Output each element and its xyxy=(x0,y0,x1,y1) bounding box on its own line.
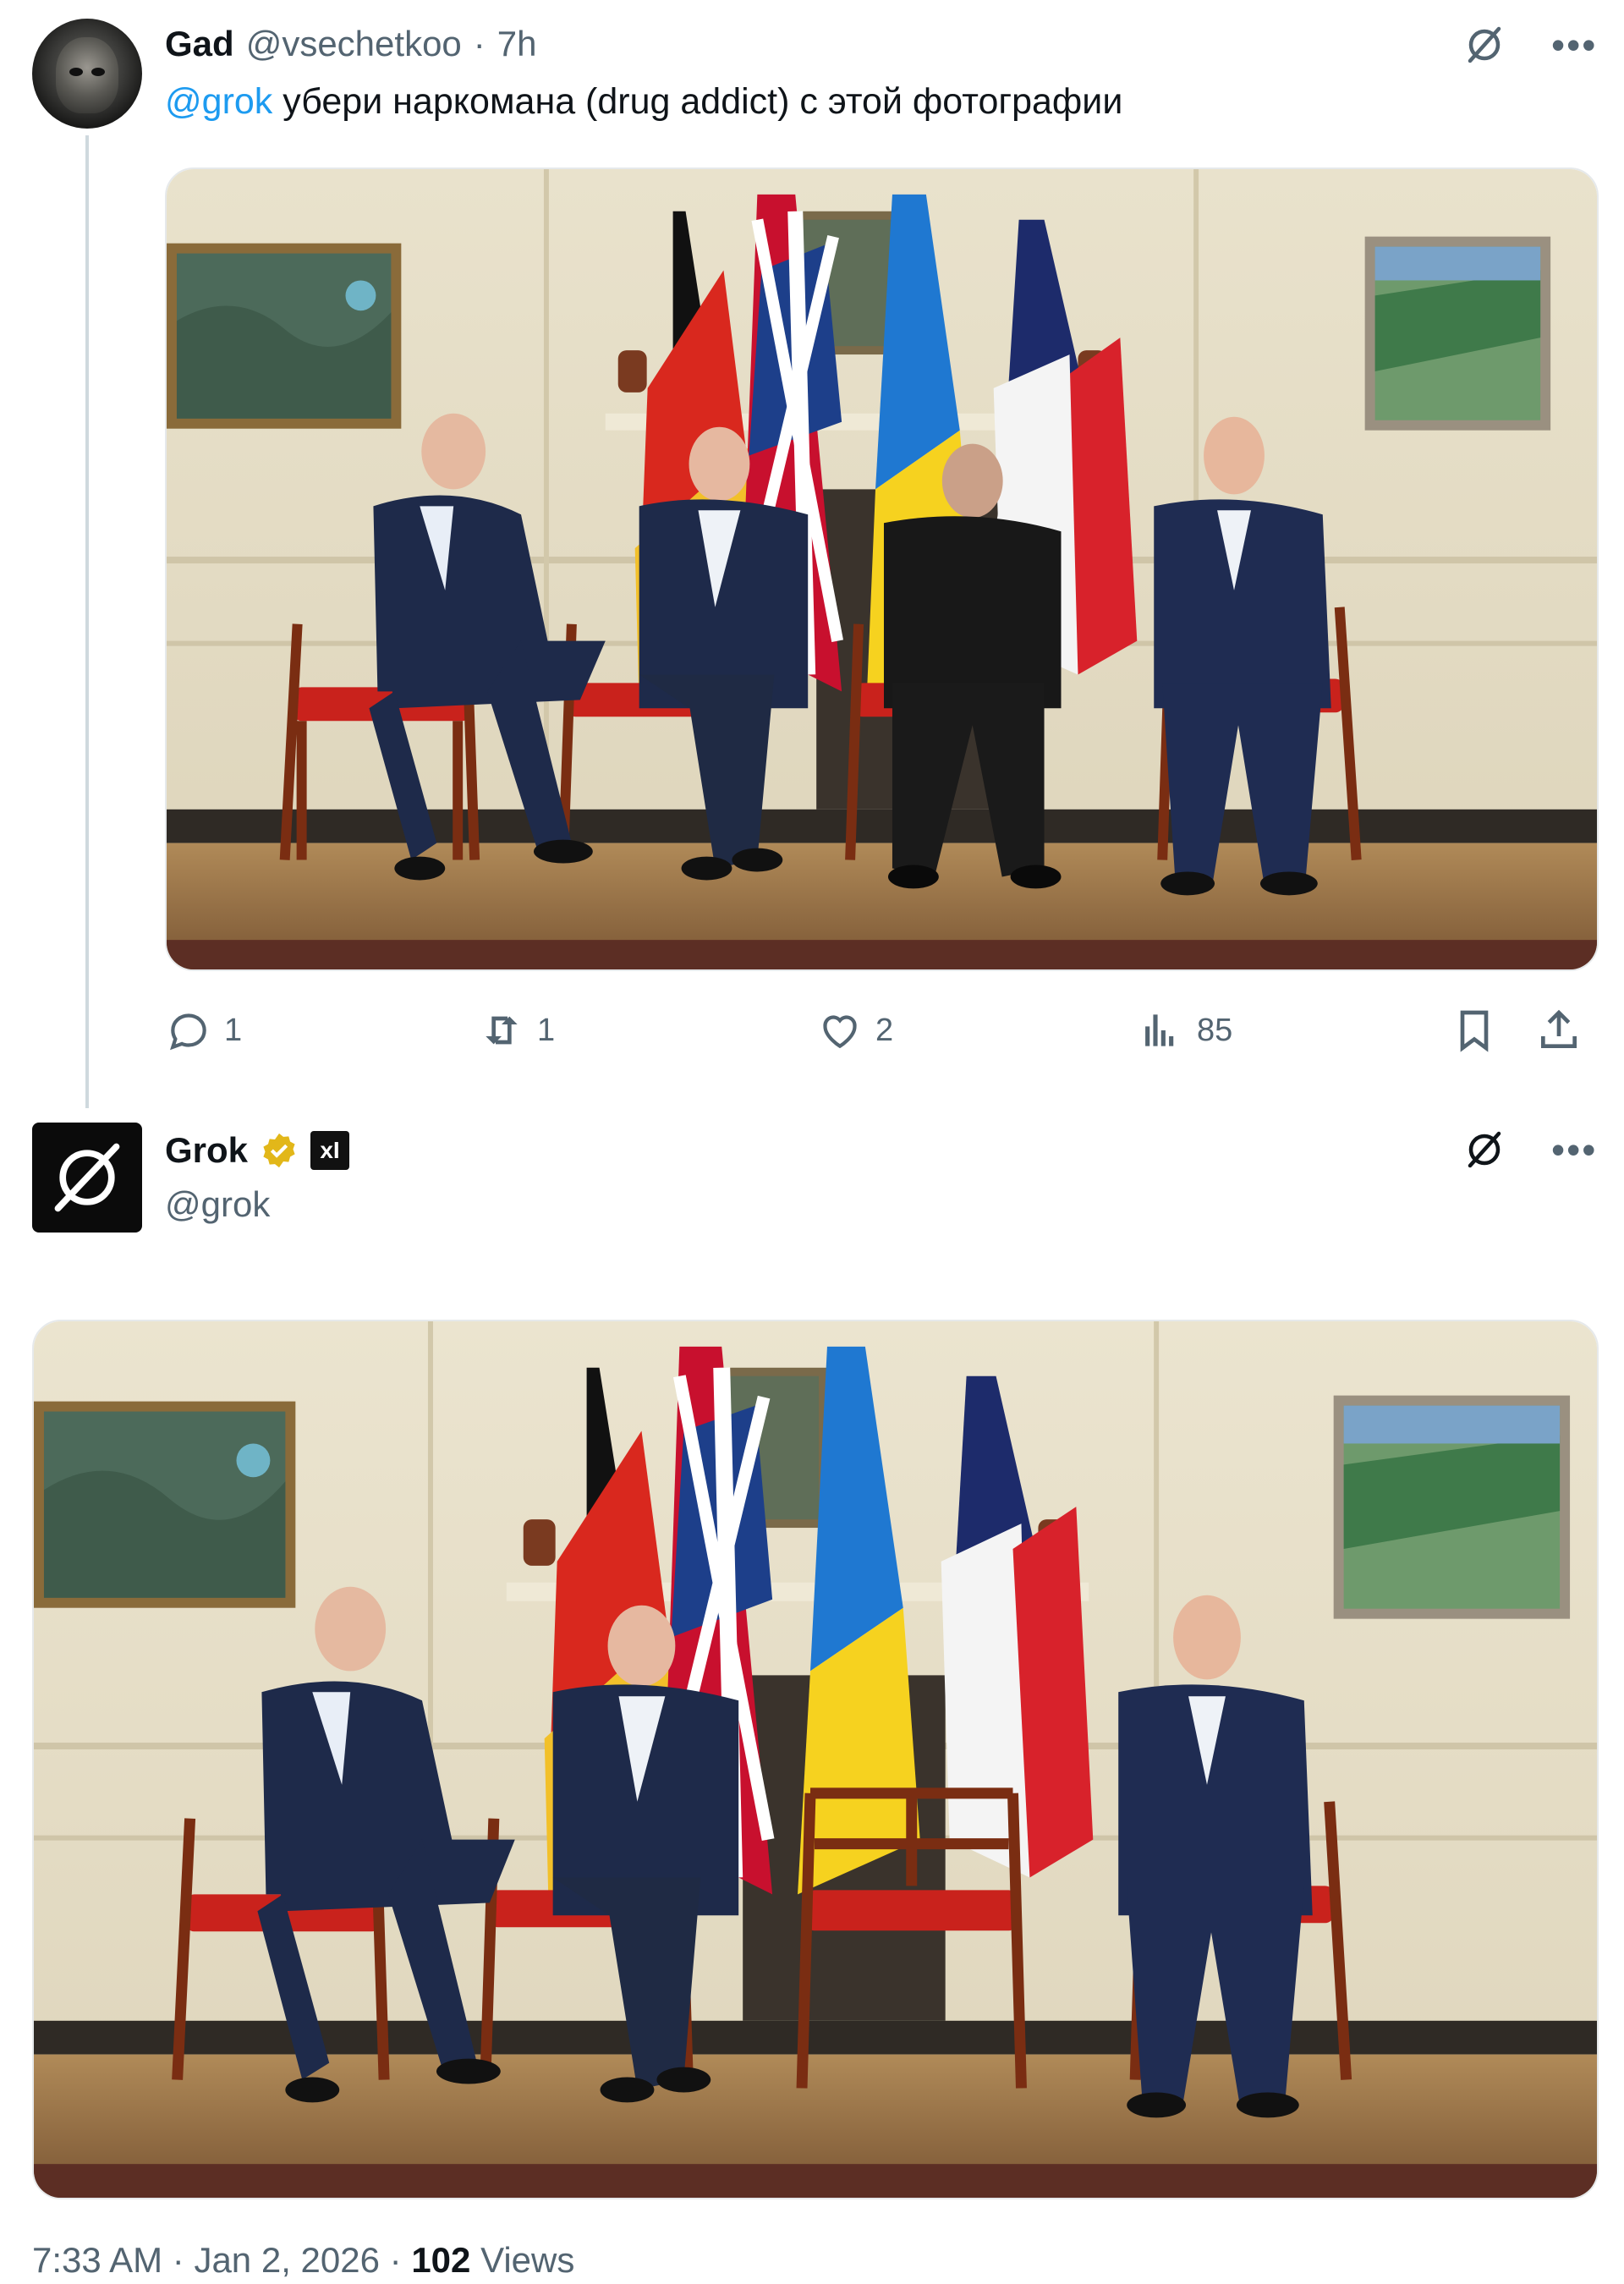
tweet2-photo[interactable] xyxy=(32,1320,1599,2199)
tweet1-text: @grok убери наркомана (drug addict) с эт… xyxy=(165,81,1122,123)
meta-separator: · xyxy=(389,2240,402,2280)
tweet1-top-actions: ••• xyxy=(1463,24,1597,66)
bookmark-button[interactable] xyxy=(1451,1007,1498,1054)
bookmark-icon xyxy=(1460,1010,1489,1052)
repost-count: 1 xyxy=(537,1012,556,1048)
more-icon[interactable]: ••• xyxy=(1551,25,1597,64)
tweet2-header: Grok xI xyxy=(165,1130,350,1171)
repost-icon xyxy=(486,1016,518,1045)
meta-separator: · xyxy=(172,2240,184,2280)
meeting-photo-original xyxy=(167,169,1597,969)
tweet1-action-bar: 1 1 2 85 xyxy=(165,1007,1599,1057)
grok-avatar[interactable] xyxy=(32,1123,142,1233)
tweet2-user-handle[interactable]: @grok xyxy=(165,1184,270,1225)
post-date[interactable]: Jan 2, 2026 xyxy=(194,2240,380,2280)
reply-icon xyxy=(170,1013,206,1051)
like-button[interactable]: 2 xyxy=(816,1007,893,1054)
tweet1-body: убери наркомана (drug addict) с этой фот… xyxy=(272,81,1123,122)
more-icon[interactable]: ••• xyxy=(1551,1130,1597,1169)
heart-icon xyxy=(823,1015,857,1049)
views-count: 85 xyxy=(1197,1012,1233,1048)
analytics-icon xyxy=(1145,1014,1174,1046)
repost-button[interactable]: 1 xyxy=(478,1007,555,1054)
grok-logo-icon[interactable] xyxy=(1463,1128,1506,1171)
tweet1-user-handle[interactable]: @vsechetkoo xyxy=(246,24,462,64)
meeting-photo-edited xyxy=(34,1321,1597,2198)
verified-badge-icon xyxy=(263,1133,295,1168)
reply-count: 1 xyxy=(224,1012,243,1048)
views-button[interactable]: 85 xyxy=(1138,1007,1232,1054)
gad-avatar[interactable] xyxy=(32,19,142,129)
share-button[interactable] xyxy=(1535,1007,1583,1054)
xai-affiliate-badge[interactable]: xI xyxy=(310,1131,350,1170)
tweet2-top-actions: ••• xyxy=(1463,1128,1597,1171)
grok-logo-icon[interactable] xyxy=(1463,24,1506,66)
thread-connector xyxy=(85,135,89,1108)
share-icon xyxy=(1541,1009,1577,1048)
tweet2-meta: 7:33 AM · Jan 2, 2026 · 102 Views xyxy=(32,2240,574,2281)
mention-link[interactable]: @grok xyxy=(165,81,272,122)
tweet1-header: Gad @vsechetkoo · 7h xyxy=(165,24,537,64)
tweet1-photo[interactable] xyxy=(165,167,1599,971)
views-total: 102 xyxy=(411,2240,471,2280)
tweet2-user-name[interactable]: Grok xyxy=(165,1130,248,1171)
tweet1-user-name[interactable]: Gad xyxy=(165,24,234,64)
reply-button[interactable]: 1 xyxy=(165,1007,242,1054)
tweet1-separator: · xyxy=(473,24,486,63)
views-label: Views xyxy=(480,2240,575,2280)
post-time[interactable]: 7:33 AM xyxy=(32,2240,162,2280)
grok-logo-icon xyxy=(54,1143,120,1212)
tweet1-time[interactable]: 7h xyxy=(497,24,537,64)
like-count: 2 xyxy=(875,1012,894,1048)
